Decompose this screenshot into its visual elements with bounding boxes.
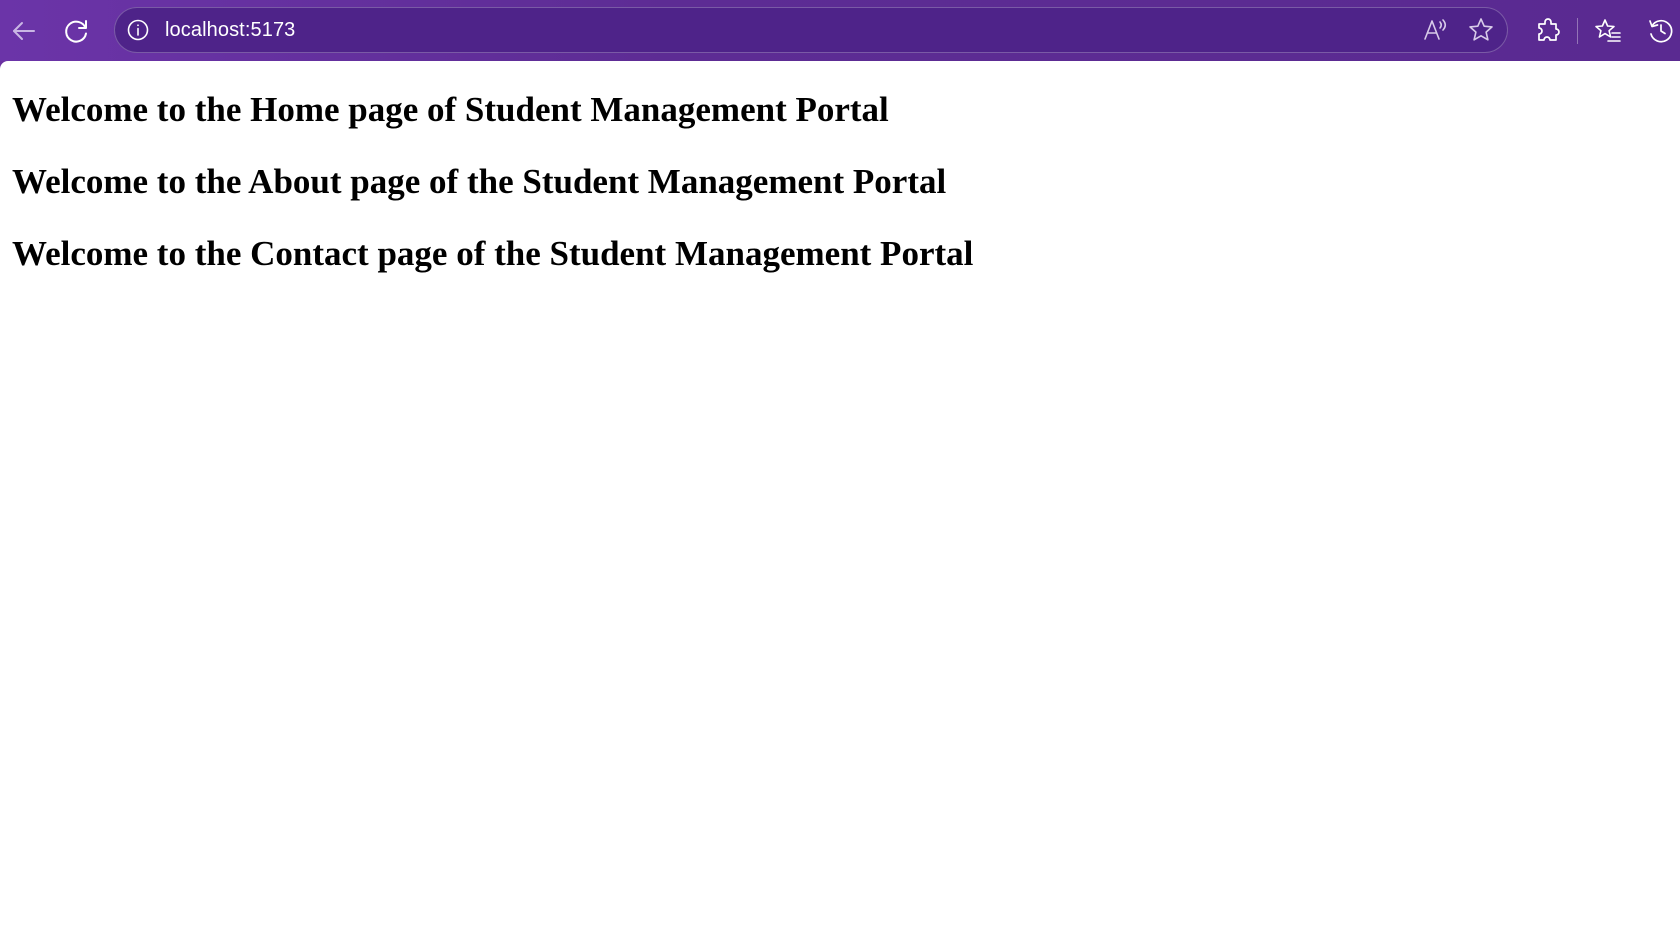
star-icon[interactable] bbox=[1467, 16, 1495, 44]
browser-toolbar: localhost:5173 bbox=[0, 0, 1680, 61]
history-icon[interactable] bbox=[1641, 11, 1680, 51]
about-heading: Welcome to the About page of the Student… bbox=[12, 162, 947, 201]
home-heading: Welcome to the Home page of Student Mana… bbox=[12, 90, 889, 129]
back-arrow-icon[interactable] bbox=[4, 11, 44, 51]
url-text[interactable]: localhost:5173 bbox=[165, 8, 295, 52]
info-icon[interactable] bbox=[125, 17, 151, 43]
toolbar-divider bbox=[1577, 18, 1578, 44]
page-content: Welcome to the Home page of Student Mana… bbox=[0, 61, 1680, 939]
puzzle-icon[interactable] bbox=[1528, 11, 1568, 51]
address-bar[interactable]: localhost:5173 bbox=[114, 7, 1508, 53]
contact-heading: Welcome to the Contact page of the Stude… bbox=[12, 234, 974, 273]
read-aloud-icon[interactable] bbox=[1421, 16, 1449, 44]
favorites-list-icon[interactable] bbox=[1588, 11, 1628, 51]
refresh-icon[interactable] bbox=[57, 11, 97, 51]
